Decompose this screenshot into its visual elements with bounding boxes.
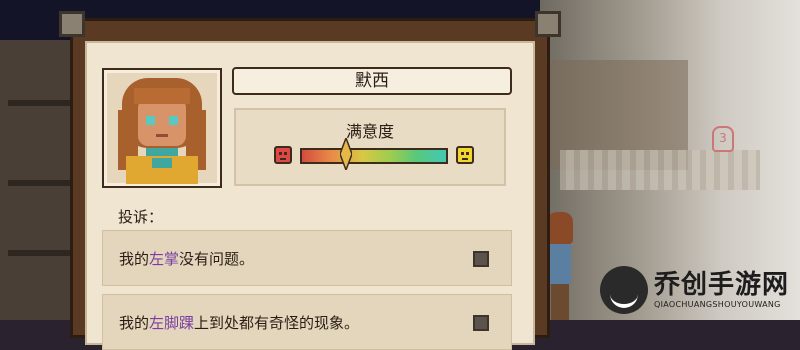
portrait-icon [118,78,206,184]
complaint-highlight: 左脚踝 [149,314,195,332]
angry-face-icon [274,146,292,164]
character-portrait [102,68,222,188]
complaint-row[interactable]: 我的左脚踝上到处都有奇怪的现象。 [102,294,512,350]
complaint-highlight: 左掌 [149,250,180,268]
fence [560,150,760,190]
complaint-row[interactable]: 我的左掌没有问题。 [102,230,512,286]
panel-corner [535,11,561,37]
satisfaction-meter [300,148,448,164]
satisfaction-label: 满意度 [345,122,394,141]
satisfaction-needle [339,138,352,170]
complaint-checkbox[interactable] [473,315,489,331]
watermark-title: 乔创手游网 [654,270,790,300]
complaint-checkbox[interactable] [473,251,489,267]
happy-face-icon [456,146,474,164]
character-name: 默西 [232,67,512,95]
watermark: 乔创手游网 QIAOCHUANGSHOUYOUWANG [600,262,800,320]
satisfaction-box: 满意度 [234,108,506,186]
map-marker[interactable]: 3 [712,126,734,152]
complaints-label: 投诉： [118,208,164,226]
complaint-text: 我的左掌没有问题。 [119,250,255,268]
watermark-subtitle: QIAOCHUANGSHOUYOUWANG [654,300,781,309]
panel-corner [59,11,85,37]
watermark-logo [600,266,648,314]
complaint-text: 我的左脚踝上到处都有奇怪的现象。 [119,314,360,332]
